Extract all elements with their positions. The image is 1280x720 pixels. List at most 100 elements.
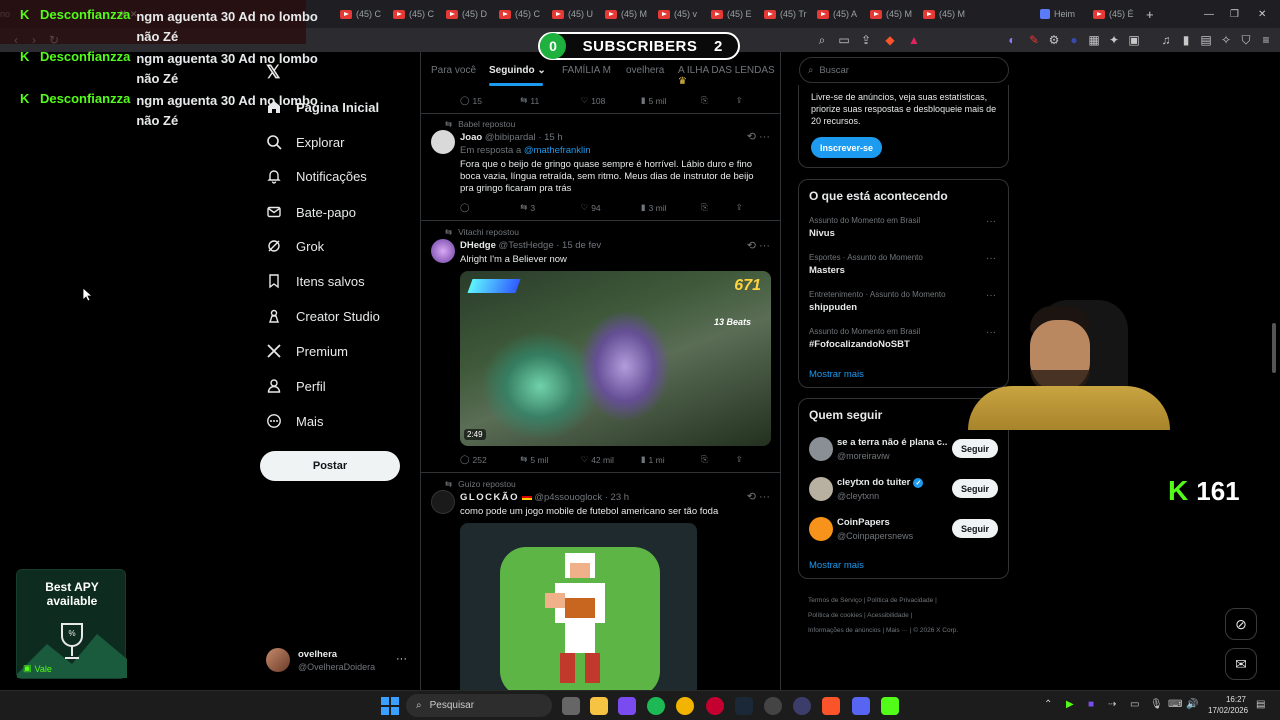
reply-button[interactable]: ◯ (460, 202, 520, 213)
avatar[interactable] (809, 477, 833, 501)
browser-tab[interactable]: (45) D (446, 4, 496, 24)
chevron-up-icon[interactable]: ⌃ (1044, 699, 1052, 710)
file-explorer-icon[interactable] (590, 697, 608, 715)
app-icon[interactable] (618, 697, 636, 715)
footer-link[interactable]: Política de Privacidade (867, 597, 933, 604)
browser-tab[interactable]: (45) C (393, 4, 443, 24)
grok-icon[interactable]: ⟲ ··· (747, 130, 770, 143)
close-window-button[interactable]: ✕ (1258, 4, 1266, 24)
show-more-link[interactable]: Mostrar mais (809, 369, 864, 380)
like-button[interactable]: ♡ 94 (581, 202, 641, 213)
trend-more-icon[interactable]: ··· (986, 253, 996, 264)
avatar[interactable] (431, 239, 455, 263)
tray-icon[interactable]: ▶ (1066, 699, 1074, 710)
extension-icon[interactable]: ▣ (1126, 32, 1142, 48)
views-button[interactable]: ▮ 1 mi (641, 454, 701, 465)
spotify-icon[interactable] (647, 697, 665, 715)
trend-item[interactable]: Assunto do Momento em Brasil #Fofocaliza… (809, 327, 920, 350)
tab-family[interactable]: FAMÍLIA M (562, 65, 611, 76)
browser-tab[interactable]: (45) U (552, 4, 602, 24)
follow-button[interactable]: Seguir (952, 439, 998, 458)
share-button[interactable]: ⇪ (736, 454, 770, 465)
browser-tab[interactable]: (45) A (817, 4, 867, 24)
task-view-icon[interactable] (562, 697, 580, 715)
extension-icon[interactable]: ✎ (1026, 32, 1042, 48)
nav-creator-studio[interactable]: Creator Studio (266, 308, 380, 324)
follow-button[interactable]: Seguir (952, 479, 998, 498)
messages-button[interactable]: ✉ (1225, 648, 1257, 680)
like-button[interactable]: ♡ 42 mil (581, 454, 641, 465)
discord-icon[interactable] (852, 697, 870, 715)
tweet-image[interactable] (460, 523, 697, 690)
trend-item[interactable]: Assunto do Momento em Brasil Nivus (809, 216, 920, 239)
microphone-icon[interactable]: 🎙 (1150, 699, 1163, 710)
nav-more[interactable]: Mais (266, 413, 323, 429)
opera-icon[interactable] (706, 697, 724, 715)
grok-button[interactable]: ⊘ (1225, 608, 1257, 640)
nav-premium[interactable]: Premium (266, 343, 348, 359)
nav-chat[interactable]: Bate-papo (266, 204, 356, 220)
nav-home[interactable]: Página Inicial (266, 99, 379, 115)
footer-link[interactable]: Política de cookies (808, 612, 862, 619)
browser-tab[interactable]: (45) C (499, 4, 549, 24)
browser-tab[interactable]: (45) E (711, 4, 761, 24)
nav-bookmarks[interactable]: Itens salvos (266, 273, 365, 289)
subscribe-button[interactable]: Inscrever-se (811, 137, 882, 158)
ad-widget[interactable]: Best APY available % ▣ Vale (16, 569, 127, 679)
volume-icon[interactable]: 🔊 (1186, 699, 1198, 710)
post-button[interactable]: Postar (260, 451, 400, 481)
chrome-icon[interactable] (676, 697, 694, 715)
brave-icon[interactable] (822, 697, 840, 715)
tray-icon[interactable]: ▭ (1130, 699, 1139, 710)
leo-ai-icon[interactable]: ✧ (1218, 32, 1234, 48)
wallet-icon[interactable]: ▤ (1198, 32, 1214, 48)
mention-link[interactable]: @mathefranklin (524, 145, 591, 156)
avatar[interactable] (809, 517, 833, 541)
browser-tab[interactable]: Heim (1040, 4, 1086, 24)
vpn-icon[interactable]: ⛉ (1238, 32, 1254, 48)
tray-icon[interactable]: ⇢ (1108, 699, 1116, 710)
maximize-button[interactable]: ❐ (1230, 4, 1239, 24)
repost-button[interactable]: ⇆ 3 (520, 202, 580, 213)
tray-icon[interactable]: ■ (1088, 699, 1094, 710)
extension-icon[interactable]: ⚙ (1046, 32, 1062, 48)
reply-button[interactable]: ◯ 15 (460, 95, 520, 106)
zoom-icon[interactable]: ⌕ (814, 32, 830, 48)
sidebar-icon[interactable]: ▮ (1178, 32, 1194, 48)
footer-link[interactable]: Acessibilidade (867, 612, 909, 619)
repost-button[interactable]: ⇆ 5 mil (520, 454, 580, 465)
obs-icon[interactable] (764, 697, 782, 715)
media-icon[interactable]: ♫ (1158, 32, 1174, 48)
browser-tab[interactable]: (45) É (1093, 4, 1139, 24)
new-tab-button[interactable]: + (1146, 4, 1160, 24)
grok-icon[interactable]: ⟲ ··· (747, 490, 770, 503)
windows-start-icon[interactable] (381, 697, 399, 715)
share-button[interactable]: ⇪ (736, 95, 770, 106)
browser-tab[interactable]: (45) M (870, 4, 920, 24)
extension-icon[interactable]: ◐ (1004, 32, 1020, 48)
menu-icon[interactable]: ≡ (1258, 32, 1274, 48)
clock[interactable]: 16:27 17/02/2026 (1208, 694, 1248, 716)
kick-icon[interactable] (881, 697, 899, 715)
search-input[interactable]: ⌕ Buscar (799, 57, 1009, 83)
views-button[interactable]: ▮ 5 mil (641, 95, 701, 106)
nav-profile[interactable]: Perfil (266, 378, 326, 394)
taskbar-search[interactable]: ⌕ Pesquisar (406, 694, 552, 717)
browser-tab[interactable]: (45) Tr (764, 4, 814, 24)
notifications-icon[interactable]: ▤ (1256, 699, 1265, 710)
share-button[interactable]: ⇪ (736, 202, 770, 213)
brave-rewards-icon[interactable]: ▲ (906, 32, 922, 48)
steam-icon[interactable] (735, 697, 753, 715)
bookmark-button[interactable]: ⎘ (701, 95, 735, 106)
views-button[interactable]: ▮ 3 mil (641, 202, 701, 213)
follow-button[interactable]: Seguir (952, 519, 998, 538)
browser-tab[interactable]: (45) M (923, 4, 973, 24)
cast-icon[interactable]: ▭ (836, 32, 852, 48)
scrollbar-thumb[interactable] (1272, 323, 1276, 373)
tab-following[interactable]: Seguindo ⌄ (489, 65, 546, 76)
footer-link[interactable]: Termos de Serviço (808, 597, 862, 604)
reply-button[interactable]: ◯ 252 (460, 454, 520, 465)
app-icon[interactable] (793, 697, 811, 715)
repost-button[interactable]: ⇆ 11 (520, 95, 580, 106)
avatar[interactable] (266, 648, 290, 672)
